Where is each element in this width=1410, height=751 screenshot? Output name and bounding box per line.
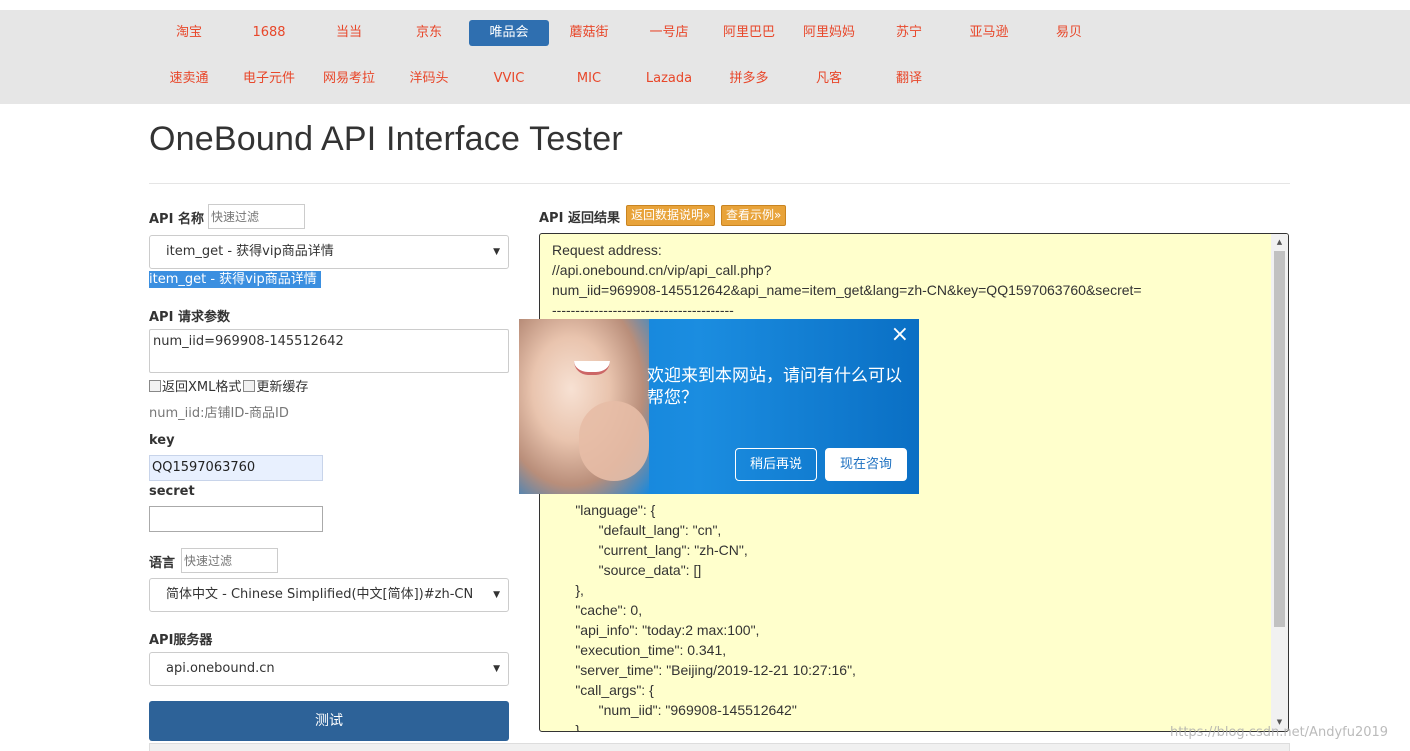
api-name-filter-input[interactable]: [208, 204, 305, 229]
result-line: "current_lang": "zh-CN",: [552, 542, 748, 558]
nav-item[interactable]: 当当: [309, 20, 389, 46]
server-selected: api.onebound.cn: [166, 661, 275, 676]
result-line: "call_args": {: [552, 682, 654, 698]
nav-item[interactable]: 翻译: [869, 66, 949, 92]
result-label: API 返回结果: [539, 211, 620, 226]
bottom-panel: [149, 743, 1290, 751]
secret-input[interactable]: [149, 506, 323, 532]
close-icon[interactable]: ×: [891, 324, 909, 346]
nav-item[interactable]: 易贝: [1029, 20, 1109, 46]
lang-label: 语言: [149, 556, 176, 571]
params-textarea[interactable]: num_iid=969908-145512642: [149, 329, 509, 373]
result-doc-button[interactable]: 返回数据说明»: [626, 205, 716, 226]
api-name-select[interactable]: item_get - 获得vip商品详情 ▼: [149, 235, 509, 269]
nav-item[interactable]: 苏宁: [869, 20, 949, 46]
api-name-label: API 名称: [149, 208, 204, 227]
nav-item[interactable]: 网易考拉: [309, 66, 389, 92]
key-label: key: [149, 433, 175, 448]
nav-item[interactable]: 凡客: [789, 66, 869, 92]
result-line: "language": {: [552, 502, 656, 518]
params-label: API 请求参数: [149, 310, 230, 325]
result-line: "cache": 0,: [552, 602, 643, 618]
chevron-down-icon: ▼: [493, 664, 500, 674]
api-name-selected: item_get - 获得vip商品详情: [166, 244, 334, 259]
lang-selected: 简体中文 - Chinese Simplified(中文[简体])#zh-CN: [166, 587, 474, 602]
page-title: OneBound API Interface Tester: [149, 120, 623, 158]
nav-item[interactable]: 阿里巴巴: [709, 20, 789, 46]
result-scrollbar[interactable]: ▲ ▼: [1271, 234, 1288, 731]
cache-checkbox-label: 更新缓存: [256, 380, 309, 395]
options-checkboxes: 返回XML格式 更新缓存: [149, 376, 308, 395]
top-nav: 淘宝 1688 当当 京东 唯品会 蘑菇街 一号店 阿里巴巴 阿里妈妈 苏宁 亚马逊 易贝 速卖通 电子…: [0, 10, 1410, 104]
xml-checkbox-label: 返回XML格式: [162, 380, 242, 395]
server-label: API服务器: [149, 633, 213, 648]
chevron-down-icon: ▼: [493, 247, 500, 257]
nav-row-1: 淘宝 1688 当当 京东 唯品会 蘑菇街 一号店 阿里巴巴 阿里妈妈 苏宁 亚马逊 易贝: [149, 20, 1109, 46]
nav-item[interactable]: 淘宝: [149, 20, 229, 46]
api-name-label-text: API 名称: [149, 212, 204, 227]
popup-message: 欢迎来到本网站，请问有什么可以帮您？: [647, 366, 902, 408]
nav-item[interactable]: 电子元件: [229, 66, 309, 92]
nav-item[interactable]: 京东: [389, 20, 469, 46]
result-line: }: [552, 722, 581, 732]
nav-item[interactable]: 洋码头: [389, 66, 469, 92]
lang-filter-input[interactable]: [181, 548, 278, 573]
nav-item[interactable]: 唯品会: [469, 20, 549, 46]
scroll-up-icon[interactable]: ▲: [1271, 234, 1288, 251]
example-button[interactable]: 查看示例»: [721, 205, 787, 226]
lang-select[interactable]: 简体中文 - Chinese Simplified(中文[简体])#zh-CN …: [149, 578, 509, 612]
watermark: https://blog.csdn.net/Andyfu2019: [1170, 725, 1389, 740]
result-line: ---------------------------------------: [552, 302, 734, 318]
result-line: "api_info": "today:2 max:100",: [552, 622, 760, 638]
nav-row-2: 速卖通 电子元件 网易考拉 洋码头 VVIC MIC Lazada 拼多多 凡客 翻译: [149, 66, 949, 92]
xml-checkbox[interactable]: [149, 379, 161, 392]
nav-item[interactable]: Lazada: [629, 66, 709, 92]
result-line: "execution_time": 0.341,: [552, 642, 727, 658]
consult-now-button[interactable]: 现在咨询: [825, 448, 907, 481]
mouth-shape: [574, 361, 610, 375]
scroll-thumb[interactable]: [1274, 251, 1285, 627]
nav-item[interactable]: 拼多多: [709, 66, 789, 92]
server-select[interactable]: api.onebound.cn ▼: [149, 652, 509, 686]
later-button[interactable]: 稍后再说: [735, 448, 817, 481]
result-line: num_iid=969908-145512642&api_name=item_g…: [552, 282, 1142, 298]
key-input[interactable]: QQ1597063760: [149, 455, 323, 481]
nav-item[interactable]: 亚马逊: [949, 20, 1029, 46]
result-line: Request address:: [552, 242, 662, 258]
nav-item[interactable]: 速卖通: [149, 66, 229, 92]
hand-shape: [579, 401, 649, 481]
nav-item[interactable]: 一号店: [629, 20, 709, 46]
result-line: "num_iid": "969908-145512642": [552, 702, 797, 718]
nav-item[interactable]: 1688: [229, 20, 309, 46]
result-line: "server_time": "Beijing/2019-12-21 10:27…: [552, 662, 856, 678]
result-line: },: [552, 582, 584, 598]
api-name-highlight: item_get - 获得vip商品详情: [149, 271, 321, 288]
chevron-down-icon: ▼: [493, 590, 500, 600]
nav-item[interactable]: 阿里妈妈: [789, 20, 869, 46]
secret-label: secret: [149, 484, 195, 499]
nav-item[interactable]: 蘑菇街: [549, 20, 629, 46]
result-line: "default_lang": "cn",: [552, 522, 722, 538]
smiling-woman-image: [519, 319, 649, 494]
divider: [149, 183, 1290, 184]
nav-item[interactable]: VVIC: [469, 66, 549, 92]
result-line: //api.onebound.cn/vip/api_call.php?: [552, 262, 772, 278]
result-line: "source_data": []: [552, 562, 702, 578]
params-hint: num_iid:店铺ID-商品ID: [149, 406, 289, 421]
chat-popup: × 欢迎来到本网站，请问有什么可以帮您？ 稍后再说 现在咨询: [519, 319, 919, 494]
test-button[interactable]: 测试: [149, 701, 509, 741]
nav-item[interactable]: MIC: [549, 66, 629, 92]
cache-checkbox[interactable]: [243, 379, 256, 392]
